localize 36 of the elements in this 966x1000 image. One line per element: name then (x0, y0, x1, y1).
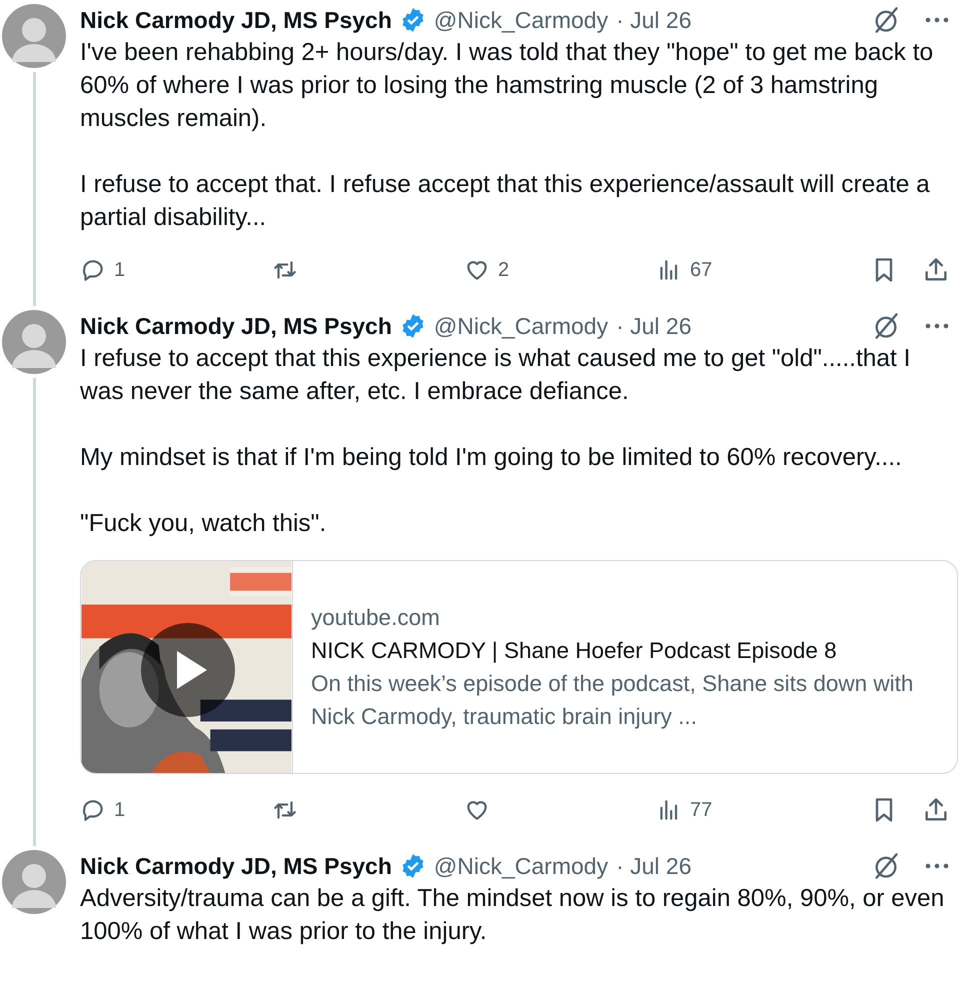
link-title: NICK CARMODY | Shane Hoefer Podcast Episode 8 (311, 637, 838, 665)
author-handle[interactable]: @Nick_Carmody (434, 4, 608, 36)
post-text: "Fuck you, watch this". (80, 509, 328, 539)
play-icon[interactable] (141, 623, 235, 717)
like-button[interactable]: 2 (464, 255, 656, 285)
author-handle[interactable]: @Nick_Carmody (434, 850, 608, 882)
views-count: 67 (690, 258, 712, 283)
author-name[interactable]: Nick Carmody JD, MS Psych (80, 850, 392, 882)
avatar-icon[interactable] (2, 850, 66, 914)
author-name[interactable]: Nick Carmody JD, MS Psych (80, 310, 392, 342)
more-icon[interactable] (924, 16, 950, 24)
reply-button[interactable]: 1 (80, 795, 272, 825)
views-count: 77 (690, 798, 712, 823)
post-text: I refuse to accept that. I refuse accept that this experience/assault will create a partial disability... (80, 170, 931, 233)
post-text: I've been rehabbing 2+ hours/day. I was told that they "hope" to get me back to 60% of where I was prior to losing the hamstring muscle (2 of 3 hamstring muscles remain). (80, 38, 934, 134)
avatar-icon[interactable] (2, 4, 66, 68)
like-count: 2 (498, 258, 510, 283)
post-date[interactable]: · Jul 26 (616, 850, 692, 882)
post-text: Adversity/trauma can be a gift. The mindset now is to regain 80%, 90%, or even 100% of what I was prior to the injury. (80, 884, 946, 947)
reply-count: 1 (114, 798, 126, 823)
link-domain: youtube.com (311, 604, 441, 632)
author-name[interactable]: Nick Carmody JD, MS Psych (80, 4, 392, 36)
reply-button[interactable]: 1 (80, 255, 272, 285)
views-button[interactable]: 77 (656, 795, 848, 825)
link-description: On this week’s episode of the podcast, Shane sits down with Nick Carmody, traumatic brain injury ... (311, 670, 914, 731)
post-date[interactable]: · Jul 26 (616, 310, 692, 342)
reply-count: 1 (114, 258, 126, 283)
more-icon[interactable] (924, 862, 950, 870)
link-card[interactable]: youtube.com NICK CARMODY | Shane Hoefer Podcast Episode 8 On this week’s episode of the podcast, Shane sits down with Nick Carmody, traumatic brain injury ... (80, 560, 958, 774)
avatar-icon[interactable] (2, 310, 66, 374)
author-handle[interactable]: @Nick_Carmody (434, 310, 608, 342)
post-text: My mindset is that if I'm being told I'm going to be limited to 60% recovery.... (80, 443, 903, 473)
views-button[interactable]: 67 (656, 255, 848, 285)
post-text: I refuse to accept that this experience is what caused me to get "old".....that I was never the same after, etc. I embrace defiance. (80, 344, 912, 407)
more-icon[interactable] (924, 322, 950, 330)
post-date[interactable]: · Jul 26 (616, 4, 692, 36)
